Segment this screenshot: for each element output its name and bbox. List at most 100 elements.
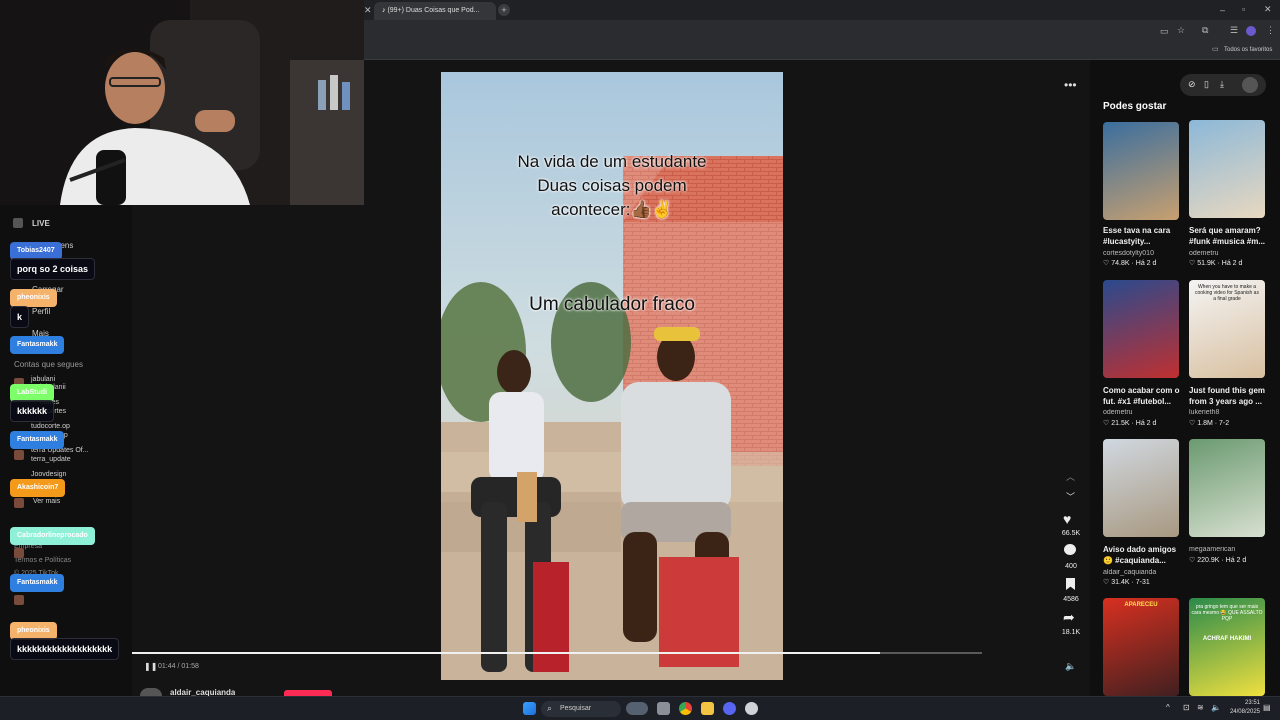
video-caption-mid: Um cabulador fraco <box>529 294 695 315</box>
like-heart-icon[interactable]: ♥ <box>1063 511 1071 527</box>
task-view-icon[interactable] <box>657 702 670 715</box>
rec-likes: 1.8M <box>1197 420 1213 427</box>
obs-icon[interactable] <box>745 702 758 715</box>
rec-author[interactable]: megaamerican <box>1189 546 1271 553</box>
comment-icon[interactable] <box>1064 544 1076 555</box>
profile-avatar[interactable] <box>1246 26 1256 36</box>
sidebar-item-live[interactable]: LIVE <box>32 219 50 228</box>
widgets-icon[interactable] <box>626 702 648 715</box>
volume-icon[interactable]: 🔈 <box>1065 661 1076 672</box>
avatar[interactable] <box>14 548 24 558</box>
rec-thumbnail[interactable]: When you have to make a cooking video fo… <box>1189 280 1265 378</box>
rec-stats: ♡ 31.4K · 7-31 <box>1103 579 1150 586</box>
rec-author[interactable]: odemetru <box>1103 409 1185 416</box>
maximize-icon[interactable]: ▫ <box>1242 5 1245 14</box>
file-explorer-icon[interactable] <box>701 702 714 715</box>
footer-link[interactable]: Termos e Políticas <box>14 557 71 564</box>
close-tab-icon[interactable]: ✕ <box>364 6 372 15</box>
compass-icon[interactable]: ⊘ <box>1188 79 1196 90</box>
rec-author[interactable]: odemetru <box>1189 250 1271 257</box>
menu-icon[interactable]: ⋮ <box>1266 26 1275 35</box>
rec-likes: 21.5K <box>1111 420 1130 427</box>
share-count: 18.1K <box>1061 629 1081 636</box>
rec-title[interactable]: Esse tava na cara #lucastyity... <box>1103 225 1185 247</box>
chat-username: Cabradorlineprocado <box>10 527 95 545</box>
pause-icon[interactable]: ❚❚ <box>144 662 157 671</box>
video-author[interactable]: aldair_caquianda <box>170 688 235 696</box>
rec-title[interactable]: Como acabar com o fut. #x1 #futebol... <box>1103 385 1185 407</box>
rec-title[interactable]: Aviso dado amigos 🙂 #caquianda... <box>1103 544 1185 566</box>
rec-thumbnail[interactable] <box>1103 280 1179 378</box>
video-caption-line: Na vida de um estudante <box>517 152 707 171</box>
chat-message: kkkkkkkkkkkkkkkkkkk <box>10 638 120 660</box>
see-more-link[interactable]: Ver mais <box>33 498 60 505</box>
rec-author[interactable]: aldair_caquianda <box>1103 569 1185 576</box>
avatar[interactable] <box>1242 77 1258 93</box>
rec-date: Há 2 d <box>1225 557 1247 564</box>
extensions-icon[interactable]: ⧉ <box>1202 26 1208 35</box>
download-icon[interactable]: ⤓ <box>1220 79 1224 90</box>
rec-thumbnail[interactable] <box>1103 439 1179 537</box>
chat-message: kkkkkk <box>10 400 55 422</box>
video-player[interactable]: Na vida de um estudante Duas coisas pode… <box>441 72 783 680</box>
new-tab-icon[interactable]: + <box>498 4 510 16</box>
rec-thumbnail[interactable] <box>1189 120 1265 218</box>
search-icon: ⌕ <box>547 703 553 713</box>
video-progress-fill <box>132 652 880 654</box>
following-item[interactable]: jabulani <box>31 376 55 383</box>
heart-icon: ♡ <box>1189 557 1198 564</box>
avatar[interactable] <box>14 595 24 605</box>
notification-icon[interactable]: ▤ <box>1263 703 1271 712</box>
heart-icon: ♡ <box>1189 260 1198 267</box>
reading-list-icon[interactable]: ☰ <box>1230 26 1238 35</box>
rec-thumbnail[interactable] <box>1103 122 1179 220</box>
rec-likes: 74.8K <box>1111 260 1130 267</box>
following-item[interactable]: Joovdesign <box>31 471 66 478</box>
video-caption-line: acontecer:👍🏾✌ <box>551 200 673 219</box>
scroll-up-icon[interactable]: ︿ <box>1066 470 1075 483</box>
cast-icon[interactable]: ▭ <box>1160 27 1169 36</box>
chevron-up-icon[interactable]: ^ <box>1166 703 1170 712</box>
sidebar-item-profile[interactable]: Perfil <box>32 307 50 316</box>
following-item[interactable]: tudocorte.op <box>31 423 70 430</box>
rec-title[interactable]: Será que amaram? #funk #musica #m... <box>1189 225 1271 247</box>
network-icon[interactable]: ⊡ <box>1183 703 1190 712</box>
all-bookmarks-link[interactable]: Todos os favoritos <box>1224 47 1272 53</box>
windows-taskbar: ⌕ Pesquisar ^ ⊡ ≋ 🔈 23:51 24/08/2025 ▤ <box>0 696 1280 720</box>
volume-icon[interactable]: 🔈 <box>1211 703 1221 712</box>
rec-date: 7-31 <box>1135 579 1150 586</box>
clock-time[interactable]: 23:51 <box>1222 700 1260 706</box>
avatar[interactable] <box>140 688 162 696</box>
rec-thumbnail[interactable]: pra gringo tem que ser mais cara mesmo 😂… <box>1189 598 1265 696</box>
heart-icon: ♡ <box>1103 579 1112 586</box>
rec-author[interactable]: cortesdotylty010 <box>1103 250 1185 257</box>
bookmark-star-icon[interactable]: ☆ <box>1177 26 1185 35</box>
live-icon <box>13 218 23 228</box>
minimize-icon[interactable]: – <box>1220 6 1225 15</box>
thumbnail-caption: ACHRAF HAKIMI <box>1202 636 1252 642</box>
scroll-down-icon[interactable]: ﹀ <box>1066 490 1075 503</box>
windows-start-icon[interactable] <box>523 702 536 715</box>
thumbnail-caption: pra gringo tem que ser mais cara mesmo 😂… <box>1191 604 1263 622</box>
close-window-icon[interactable]: ✕ <box>1264 5 1272 14</box>
avatar[interactable] <box>14 498 24 508</box>
wifi-icon[interactable]: ≋ <box>1197 703 1204 712</box>
video-progress-track[interactable] <box>132 652 982 654</box>
more-options-icon[interactable]: ••• <box>1064 78 1077 92</box>
following-item[interactable]: terra_update <box>31 456 71 463</box>
heart-icon: ♡ <box>1103 420 1112 427</box>
clock-date[interactable]: 24/08/2025 <box>1222 709 1260 715</box>
avatar[interactable] <box>14 450 24 460</box>
browser-tab-title: (99+) Duas Coisas que Pod... <box>387 7 480 14</box>
share-arrow-icon[interactable]: ➦ <box>1063 609 1075 626</box>
rec-title[interactable]: Just found this gem from 3 years ago ... <box>1189 385 1271 407</box>
browser-tab-active[interactable]: ♪ (99+) Duas Coisas que Pod... <box>374 2 496 20</box>
rec-author[interactable]: lukerieth8 <box>1189 409 1271 416</box>
chrome-icon[interactable] <box>679 702 692 715</box>
rec-likes: 220.9K <box>1197 557 1220 564</box>
rec-thumbnail[interactable]: APARECEU <box>1103 598 1179 696</box>
discord-icon[interactable] <box>723 702 736 715</box>
rec-thumbnail[interactable] <box>1189 439 1265 537</box>
device-icon[interactable]: ▯ <box>1204 79 1209 90</box>
taskbar-search[interactable]: ⌕ Pesquisar <box>541 701 621 717</box>
